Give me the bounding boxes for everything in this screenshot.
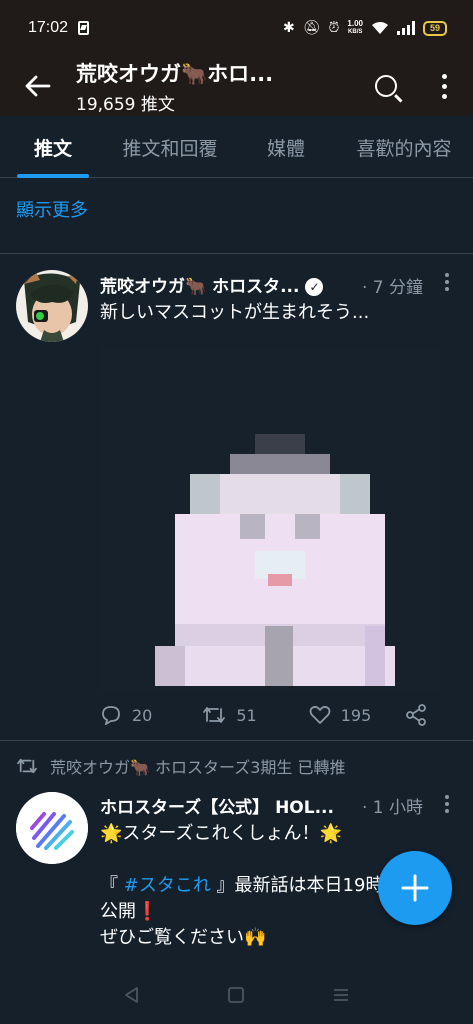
- retweet-icon: [17, 758, 37, 774]
- mute-bell-icon: 🔕︎: [302, 20, 321, 36]
- verified-icon: ✓: [305, 278, 324, 296]
- hashtag-link[interactable]: #スタこれ: [124, 875, 211, 896]
- tweet-text-prefix: 『: [100, 875, 124, 896]
- heart-icon: [309, 705, 331, 724]
- reply-button[interactable]: 20: [100, 705, 152, 725]
- avatar[interactable]: [16, 270, 88, 342]
- retweet-banner-text: 荒咬オウガ🐂 ホロスターズ3期生 已轉推: [50, 758, 346, 777]
- tweet-author-name[interactable]: ホロスターズ【公式】 HOL...: [100, 793, 334, 818]
- nav-back-icon[interactable]: [123, 986, 141, 1004]
- tweet-more-icon[interactable]: [445, 273, 449, 291]
- tweet-text-line: 『 #スタこれ 』最新話は本日19時から: [100, 871, 419, 897]
- retweet-count: 51: [236, 705, 257, 725]
- profile-header: 荒咬オウガ🐂ホロ... 19,659 推文: [0, 56, 473, 116]
- tab-likes[interactable]: 喜歡的內容: [353, 116, 455, 178]
- share-button[interactable]: [405, 704, 427, 726]
- compose-tweet-button[interactable]: [378, 851, 452, 925]
- sim-card-icon: [78, 21, 90, 35]
- search-button[interactable]: [357, 56, 415, 116]
- profile-tabs: 推文 推文和回覆 媒體 喜歡的內容: [0, 116, 473, 178]
- tweet-text-line: ぜひご覧ください🙌: [100, 927, 267, 948]
- tweet-author[interactable]: 荒咬オウガ🐂 ホロスタ... ✓: [100, 272, 324, 297]
- show-more-link[interactable]: 顯示更多: [16, 196, 88, 222]
- tweet-image[interactable]: [100, 346, 440, 691]
- reply-icon: [102, 706, 120, 725]
- nav-recents-icon[interactable]: [332, 986, 350, 1004]
- divider: [0, 253, 473, 254]
- battery-icon: 59: [423, 20, 447, 36]
- tweet-author-name: 荒咬オウガ🐂 ホロスタ...: [100, 277, 300, 297]
- tweet-time: · 7 分鐘: [362, 278, 424, 298]
- network-speed-unit: KB/S: [348, 29, 363, 35]
- tab-media[interactable]: 媒體: [265, 116, 307, 178]
- network-speed: 1.00 KB/S: [347, 20, 363, 36]
- tweet-count: 19,659 推文: [76, 94, 175, 115]
- system-navigation-bar: [0, 966, 473, 1024]
- signal-icon: [397, 21, 415, 35]
- avatar[interactable]: [16, 792, 88, 864]
- plus-icon: [401, 874, 429, 902]
- search-icon: [375, 75, 397, 97]
- divider: [0, 740, 473, 741]
- status-time: 17:02: [28, 19, 69, 36]
- tweet-more-icon[interactable]: [445, 795, 449, 813]
- status-bar: 17:02 ✱ 🔕︎ ⏰︎ 1.00 KB/S 59: [0, 0, 473, 56]
- back-arrow-icon[interactable]: [0, 56, 76, 116]
- tweet-text: 新しいマスコットが生まれそう...: [100, 302, 370, 323]
- more-options-button[interactable]: [415, 56, 473, 116]
- tab-tweets-and-replies[interactable]: 推文和回覆: [122, 116, 218, 178]
- more-vertical-icon: [441, 73, 447, 99]
- tweet-text-line: 公開❗: [100, 901, 159, 922]
- like-count: 195: [340, 705, 372, 725]
- network-speed-value: 1.00: [347, 19, 363, 28]
- retweet-button[interactable]: 51: [202, 705, 257, 725]
- mascot-image: [100, 346, 440, 691]
- retweet-banner[interactable]: 荒咬オウガ🐂 ホロスターズ3期生 已轉推: [16, 754, 345, 778]
- retweet-icon: [203, 707, 226, 723]
- tweet-text-line: 🌟スターズこれくしょん！🌟: [100, 823, 342, 844]
- reply-count: 20: [132, 705, 153, 725]
- tweet-actions: 20 51 195: [100, 700, 450, 730]
- like-button[interactable]: 195: [309, 705, 372, 725]
- page-title: 荒咬オウガ🐂ホロ...: [76, 61, 274, 86]
- tweet-time: · 1 小時: [362, 798, 424, 818]
- share-icon: [406, 704, 427, 726]
- wifi-icon: [372, 22, 388, 34]
- nav-home-icon[interactable]: [227, 986, 245, 1004]
- tab-tweets[interactable]: 推文: [17, 116, 89, 178]
- bluetooth-icon: ✱: [282, 20, 295, 36]
- alarm-icon: ⏰︎: [328, 20, 340, 36]
